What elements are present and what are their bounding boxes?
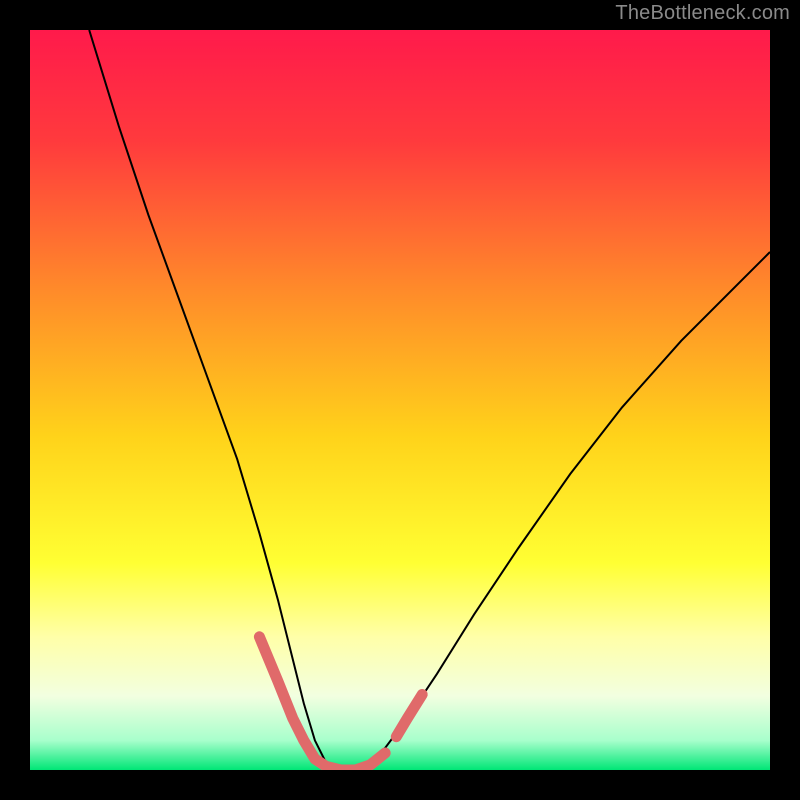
chart-svg [30,30,770,770]
chart-frame: TheBottleneck.com [0,0,800,800]
watermark-text: TheBottleneck.com [615,2,790,25]
gradient-background [30,30,770,770]
plot-area [30,30,770,770]
